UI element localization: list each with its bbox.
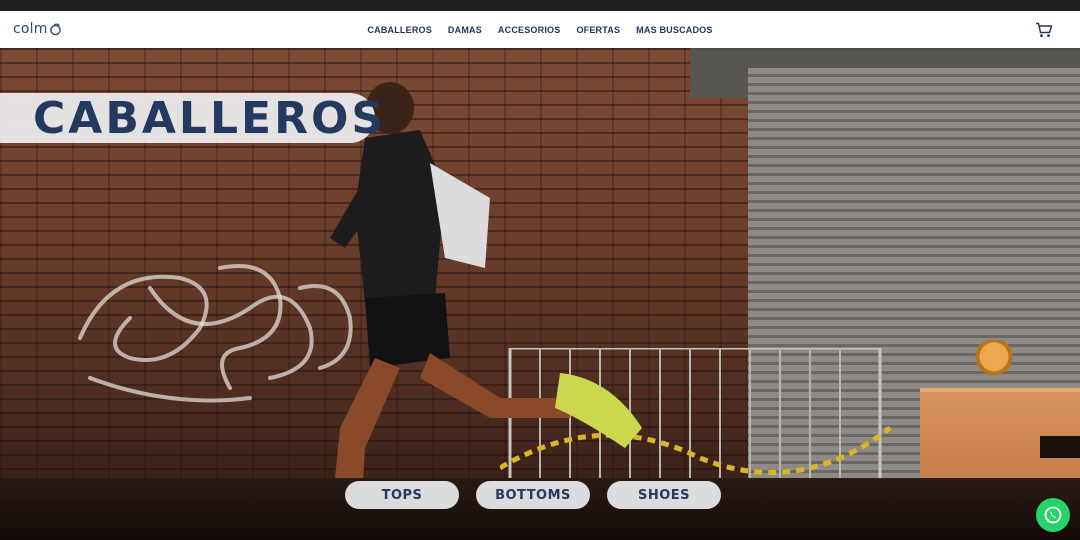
whatsapp-button[interactable] xyxy=(1036,498,1070,532)
header-nav: colm CABALLEROS DAMAS ACCESORIOS OFERTAS… xyxy=(0,11,1080,48)
cone-sign xyxy=(975,340,1013,388)
top-strip xyxy=(0,0,1080,11)
main-menu: CABALLEROS DAMAS ACCESORIOS OFERTAS MAS … xyxy=(0,11,1080,48)
cart-icon[interactable] xyxy=(1035,22,1053,38)
hero-title: CABALLEROS xyxy=(33,92,387,144)
barrier-slot xyxy=(1040,436,1080,458)
bottoms-button[interactable]: BOTTOMS xyxy=(476,481,590,509)
whatsapp-icon xyxy=(1044,506,1062,524)
menu-item-mas-buscados[interactable]: MAS BUSCADOS xyxy=(636,25,712,35)
tops-button[interactable]: TOPS xyxy=(345,481,459,509)
shoes-button[interactable]: SHOES xyxy=(607,481,721,509)
menu-item-damas[interactable]: DAMAS xyxy=(448,25,482,35)
hero-title-pill: CABALLEROS xyxy=(0,93,383,144)
menu-item-caballeros[interactable]: CABALLEROS xyxy=(367,25,432,35)
menu-item-accesorios[interactable]: ACCESORIOS xyxy=(498,25,561,35)
menu-item-ofertas[interactable]: OFERTAS xyxy=(576,25,620,35)
